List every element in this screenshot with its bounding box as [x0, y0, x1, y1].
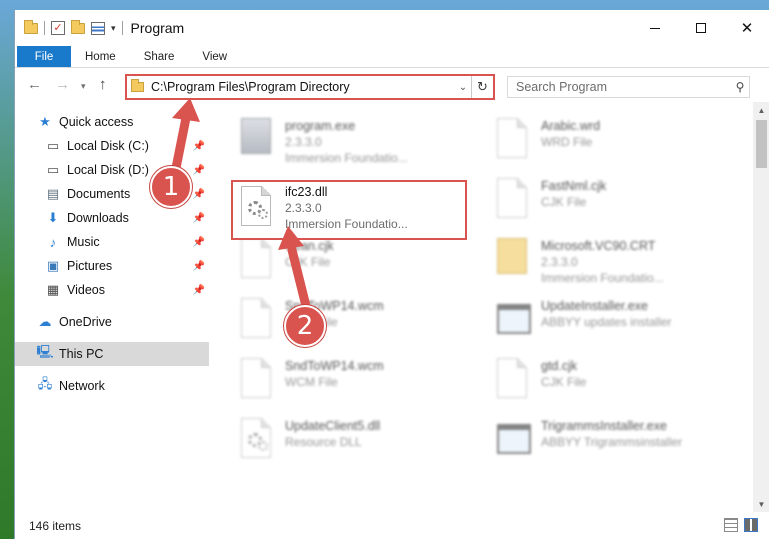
annotation-arrow-2 [278, 226, 311, 311]
annotation-arrow-1 [171, 98, 200, 173]
annotation-badge-1: 1 [150, 166, 192, 208]
annotation-overlay [171, 98, 311, 311]
annotation-badge-2: 2 [284, 305, 326, 347]
